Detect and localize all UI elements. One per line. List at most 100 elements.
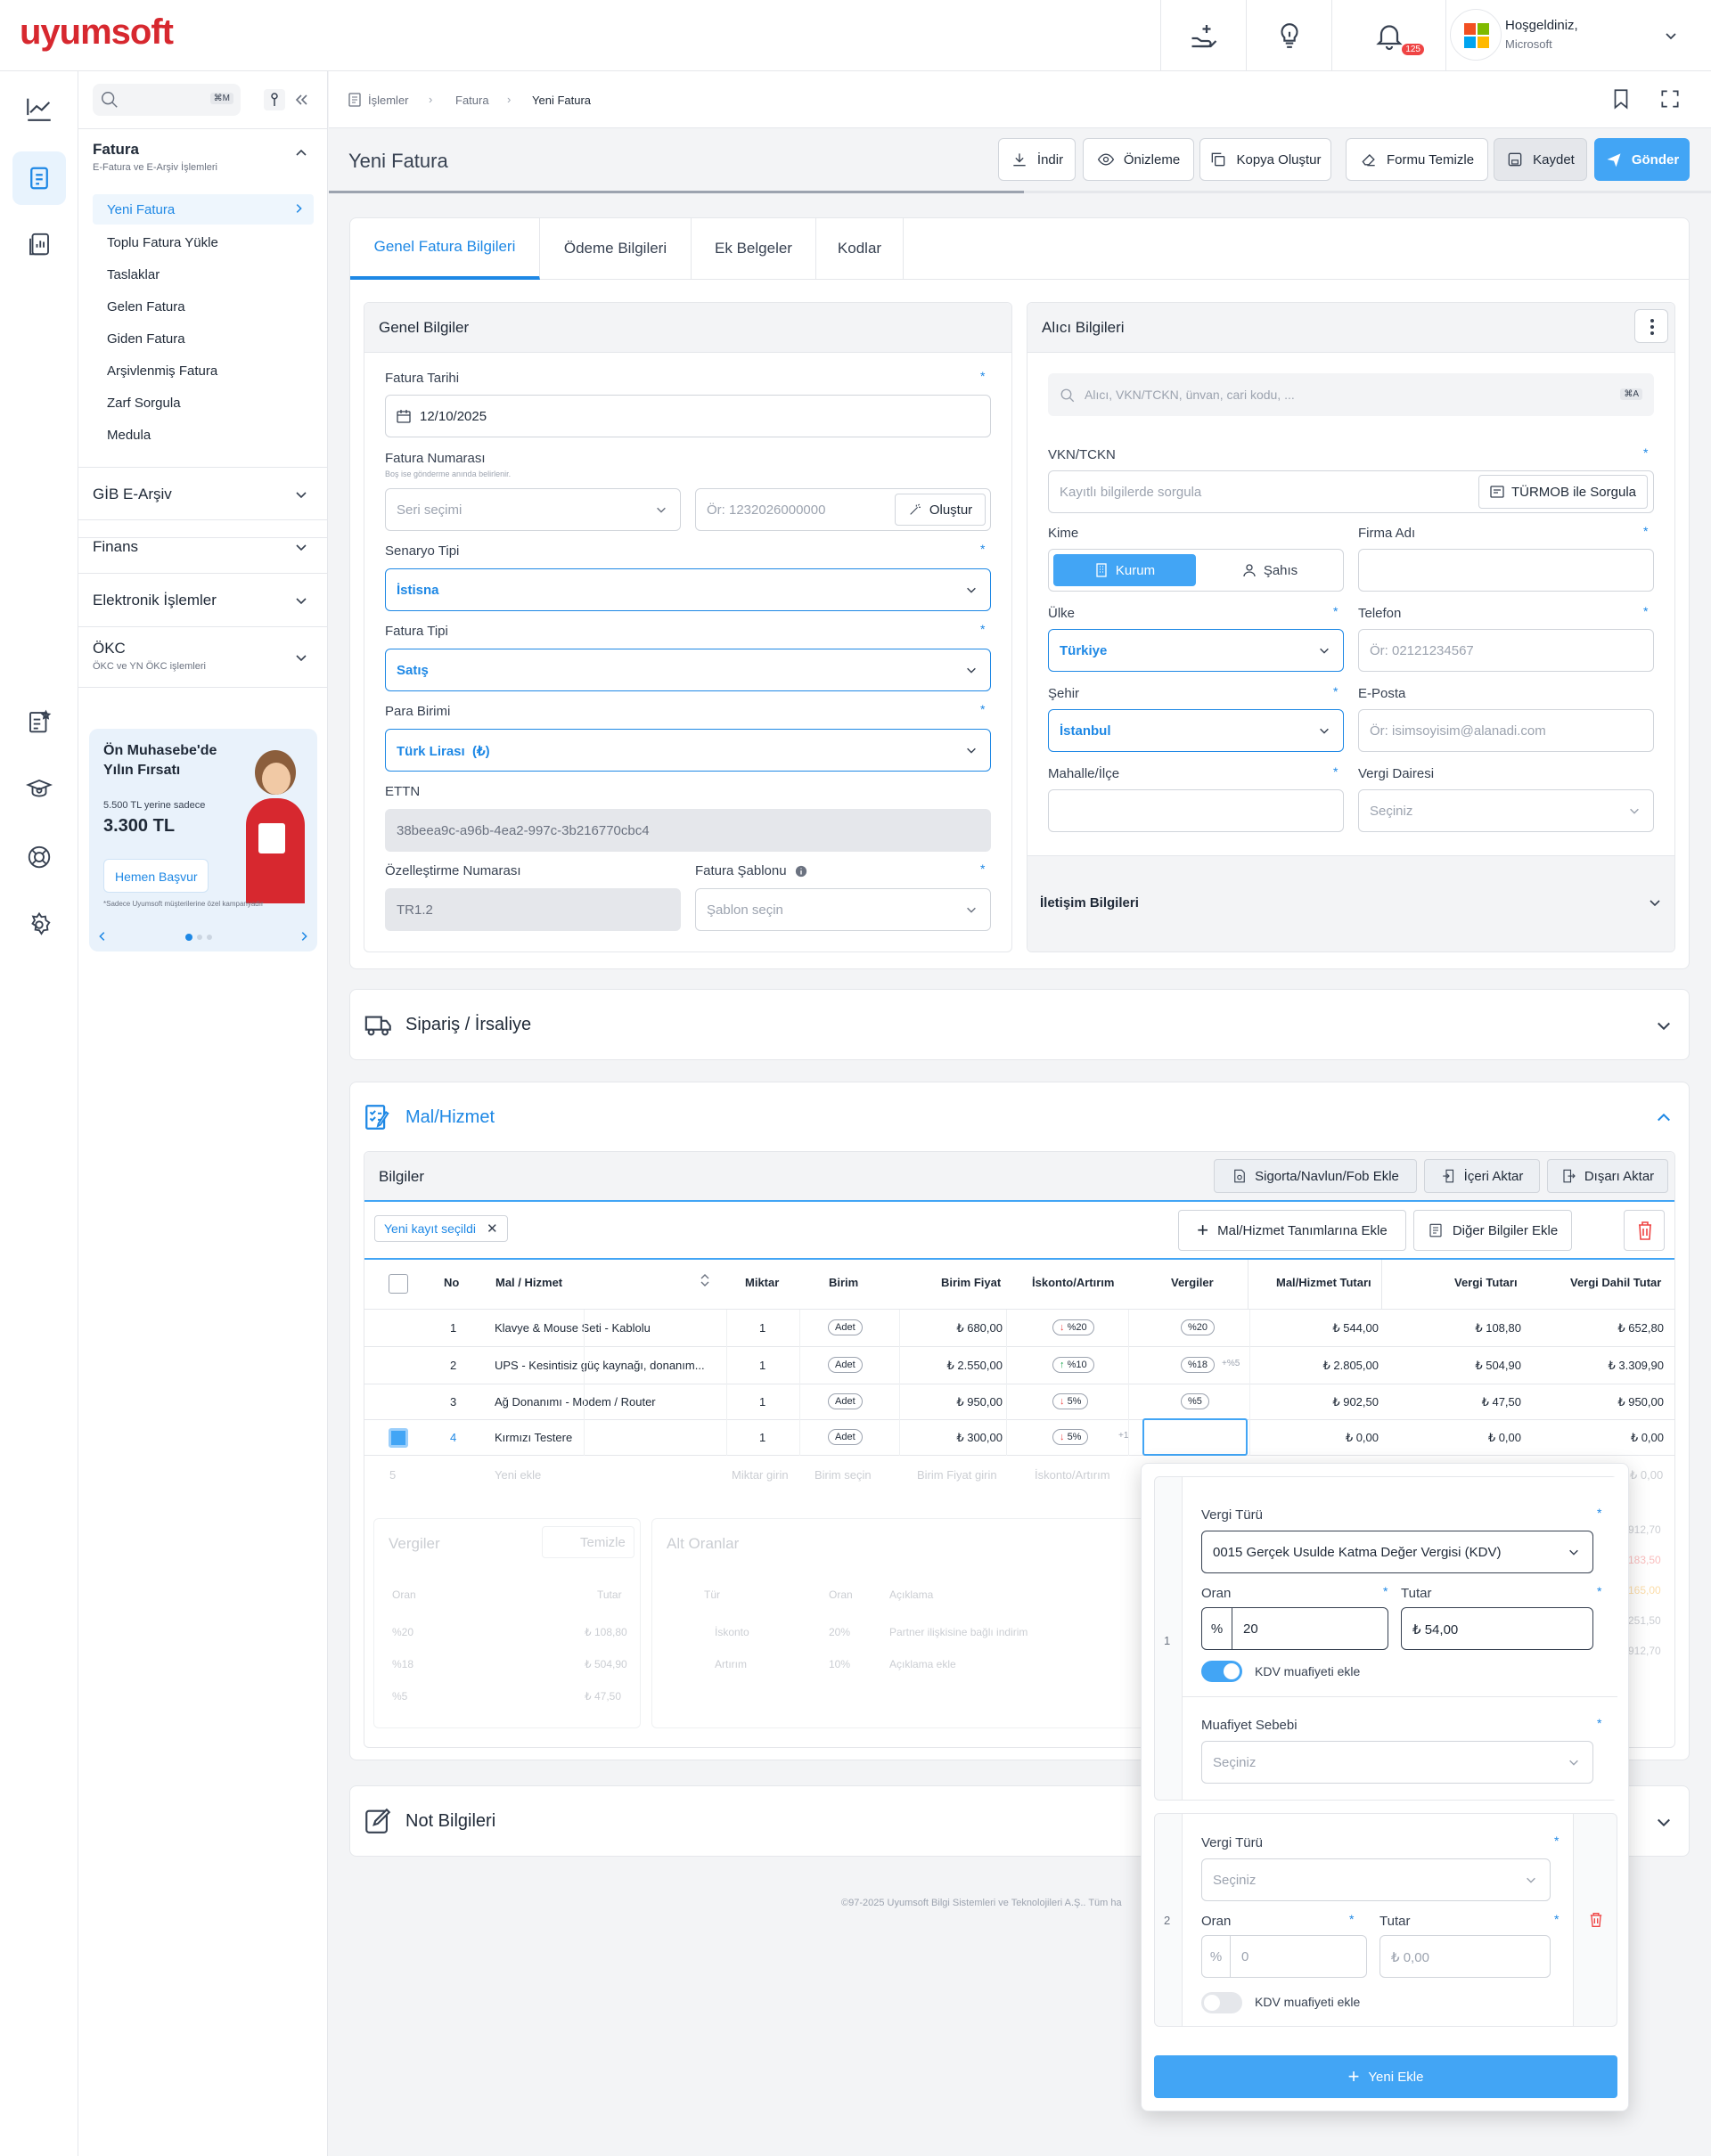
breadcrumb-item[interactable]: Fatura bbox=[455, 94, 489, 107]
bookmark-icon[interactable] bbox=[1609, 87, 1633, 110]
user-menu[interactable]: Hoşgeldiniz, Microsoft bbox=[1445, 0, 1711, 71]
preview-button[interactable]: Önizleme bbox=[1083, 138, 1194, 181]
tutar-input[interactable]: ₺ 0,00 bbox=[1379, 1935, 1551, 1978]
promo-apply-button[interactable]: Hemen Başvur bbox=[103, 859, 209, 893]
collapse-menu-icon[interactable] bbox=[292, 91, 310, 109]
notifications-bell-icon[interactable]: 125 bbox=[1331, 0, 1445, 71]
row-iskonto-badge[interactable]: ↓ %20 bbox=[1052, 1319, 1094, 1335]
settings-gear-icon[interactable] bbox=[12, 898, 66, 951]
other-info-button[interactable]: Diğer Bilgiler Ekle bbox=[1413, 1210, 1572, 1251]
fatura-tarihi-field[interactable]: 12/10/2025 bbox=[385, 395, 991, 437]
alici-search-input[interactable]: Alıcı, VKN/TCKN, ünvan, cari kodu, ... ⌘… bbox=[1048, 373, 1654, 416]
education-icon[interactable] bbox=[12, 763, 66, 816]
oran-input[interactable]: % 0 bbox=[1201, 1935, 1367, 1978]
siparis-irsaliye-accordion[interactable]: Sipariş / İrsaliye bbox=[349, 989, 1690, 1060]
sidebar-item-yeni-fatura[interactable]: Yeni Fatura bbox=[93, 194, 314, 225]
clear-form-button[interactable]: Formu Temizle bbox=[1346, 138, 1488, 181]
senaryo-select[interactable]: İstisna bbox=[385, 568, 991, 611]
row-miktar[interactable]: 1 bbox=[759, 1431, 765, 1444]
chip-close-icon[interactable]: ✕ bbox=[487, 1221, 498, 1237]
sidebar-item-taslaklar[interactable]: Taslaklar bbox=[107, 267, 160, 282]
info-icon[interactable] bbox=[795, 865, 807, 878]
fullscreen-icon[interactable] bbox=[1658, 87, 1682, 110]
kdv-muafiyet-toggle-on[interactable] bbox=[1201, 1661, 1242, 1682]
tutar-input[interactable]: ₺ 54,00 bbox=[1401, 1607, 1593, 1650]
dashboard-chart-icon[interactable] bbox=[12, 82, 66, 135]
promo-next-icon[interactable] bbox=[298, 930, 310, 943]
menu-section-okc[interactable]: ÖKC ÖKC ve YN ÖKC işlemleri bbox=[78, 627, 328, 688]
kime-sahis-option[interactable]: Şahıs bbox=[1199, 554, 1341, 586]
reports-icon[interactable] bbox=[12, 217, 66, 271]
fatura-tipi-select[interactable]: Satış bbox=[385, 649, 991, 691]
row-iskonto-badge[interactable]: ↓ 5% bbox=[1052, 1393, 1089, 1409]
carousel-dot-active[interactable] bbox=[185, 934, 192, 941]
turmob-query-button[interactable]: TÜRMOB ile Sorgula bbox=[1478, 475, 1648, 509]
row-birim-fiyat[interactable]: ₺ 680,00 bbox=[956, 1321, 1003, 1335]
kime-kurum-option[interactable]: Kurum bbox=[1053, 554, 1196, 586]
import-button[interactable]: İçeri Aktar bbox=[1424, 1159, 1540, 1193]
row-checkbox-checked[interactable] bbox=[389, 1428, 408, 1448]
invoice-icon[interactable] bbox=[12, 151, 66, 205]
row-iskonto-badge[interactable]: ↓ 5% bbox=[1052, 1429, 1089, 1445]
row-vergi-badge[interactable]: %18 bbox=[1181, 1357, 1216, 1373]
carousel-dot[interactable] bbox=[197, 935, 202, 940]
kdv-muafiyet-toggle-off[interactable] bbox=[1201, 1992, 1242, 2013]
breadcrumb-item[interactable]: İşlemler bbox=[368, 94, 409, 107]
sehir-select[interactable]: İstanbul bbox=[1048, 709, 1344, 752]
support-lifebuoy-icon[interactable] bbox=[12, 830, 66, 884]
sidebar-item-toplu-fatura[interactable]: Toplu Fatura Yükle bbox=[107, 235, 218, 250]
chevron-up-icon[interactable] bbox=[294, 146, 308, 160]
sidebar-item-gelen-fatura[interactable]: Gelen Fatura bbox=[107, 299, 185, 314]
firma-adi-input[interactable] bbox=[1358, 549, 1654, 592]
table-row[interactable]: 3 Ağ Donanımı - Modem / Router 1 Adet ₺ 950,… bbox=[364, 1384, 1674, 1420]
carousel-dot[interactable] bbox=[207, 935, 212, 940]
eposta-input[interactable]: Ör: isimsoyisim@alanadi.com bbox=[1358, 709, 1654, 752]
telefon-input[interactable]: Ör: 02121234567 bbox=[1358, 629, 1654, 672]
row-birim-fiyat[interactable]: ₺ 2.550,00 bbox=[947, 1359, 1003, 1373]
brand-logo[interactable]: uyumsoft bbox=[20, 12, 174, 53]
ulke-select[interactable]: Türkiye bbox=[1048, 629, 1344, 672]
row-miktar[interactable]: 1 bbox=[759, 1321, 765, 1335]
row-mal-hizmet[interactable]: Klavye & Mouse Seti - Kablolu bbox=[495, 1321, 651, 1335]
sidebar-item-giden-fatura[interactable]: Giden Fatura bbox=[107, 331, 185, 347]
mahalle-input[interactable] bbox=[1048, 789, 1344, 832]
row-birim-badge[interactable]: Adet bbox=[828, 1319, 863, 1335]
row-birim-badge[interactable]: Adet bbox=[828, 1393, 863, 1409]
row-birim-fiyat[interactable]: ₺ 300,00 bbox=[956, 1431, 1003, 1445]
idea-bulb-icon[interactable] bbox=[1246, 0, 1331, 71]
trash-icon[interactable] bbox=[1584, 1908, 1608, 1931]
sort-icon[interactable] bbox=[699, 1272, 711, 1288]
add-to-definitions-button[interactable]: + Mal/Hizmet Tanımlarına Ekle bbox=[1178, 1210, 1406, 1251]
tab-kodlar[interactable]: Kodlar bbox=[816, 217, 904, 280]
export-button[interactable]: Dışarı Aktar bbox=[1547, 1159, 1668, 1193]
yeni-ekle-button[interactable]: + Yeni Ekle bbox=[1154, 2055, 1617, 2098]
row-iskonto-badge[interactable]: ↑ %10 bbox=[1052, 1357, 1094, 1373]
menu-fatura-title[interactable]: Fatura bbox=[93, 141, 139, 159]
vergi-turu-select[interactable]: 0015 Gerçek Usulde Katma Değer Vergisi (… bbox=[1201, 1531, 1593, 1573]
vergi-turu-select[interactable]: Seçiniz bbox=[1201, 1858, 1551, 1901]
send-button[interactable]: Gönder bbox=[1594, 138, 1690, 181]
sidebar-item-zarf-sorgula[interactable]: Zarf Sorgula bbox=[107, 396, 181, 411]
tab-odeme[interactable]: Ödeme Bilgileri bbox=[540, 217, 692, 280]
row-mal-hizmet[interactable]: Kırmızı Testere bbox=[495, 1431, 572, 1444]
pin-icon[interactable] bbox=[264, 89, 285, 110]
row-miktar[interactable]: 1 bbox=[759, 1359, 765, 1372]
copy-button[interactable]: Kopya Oluştur bbox=[1199, 138, 1331, 181]
table-row[interactable]: 2 UPS - Kesintisiz güç kaynağı, donanım..… bbox=[364, 1347, 1674, 1384]
sigorta-navlun-button[interactable]: Sigorta/Navlun/Fob Ekle bbox=[1214, 1159, 1417, 1193]
row-vergiler-cell-active[interactable] bbox=[1142, 1418, 1248, 1456]
row-vergi-badge[interactable]: %20 bbox=[1181, 1319, 1216, 1335]
sidebar-item-medula[interactable]: Medula bbox=[107, 428, 151, 443]
para-birimi-select[interactable]: Türk Lirası (₺) bbox=[385, 729, 991, 772]
menu-section-finans[interactable]: Finans bbox=[78, 520, 328, 574]
chevron-up-icon[interactable] bbox=[1655, 1109, 1673, 1127]
row-vergi-badge[interactable]: %5 bbox=[1181, 1393, 1209, 1409]
row-birim-fiyat[interactable]: ₺ 950,00 bbox=[956, 1395, 1003, 1409]
select-all-checkbox[interactable] bbox=[389, 1274, 408, 1294]
sidebar-item-arsiv-fatura[interactable]: Arşivlenmiş Fatura bbox=[107, 363, 217, 379]
save-button[interactable]: Kaydet bbox=[1494, 138, 1587, 181]
oran-input[interactable]: % 20 bbox=[1201, 1607, 1388, 1650]
table-row[interactable]: 4 Kırmızı Testere 1 Adet ₺ 300,00 ↓ 5% +1 ₺ 0,0… bbox=[364, 1418, 1674, 1456]
download-button[interactable]: İndir bbox=[998, 138, 1076, 181]
row-birim-badge[interactable]: Adet bbox=[828, 1357, 863, 1373]
